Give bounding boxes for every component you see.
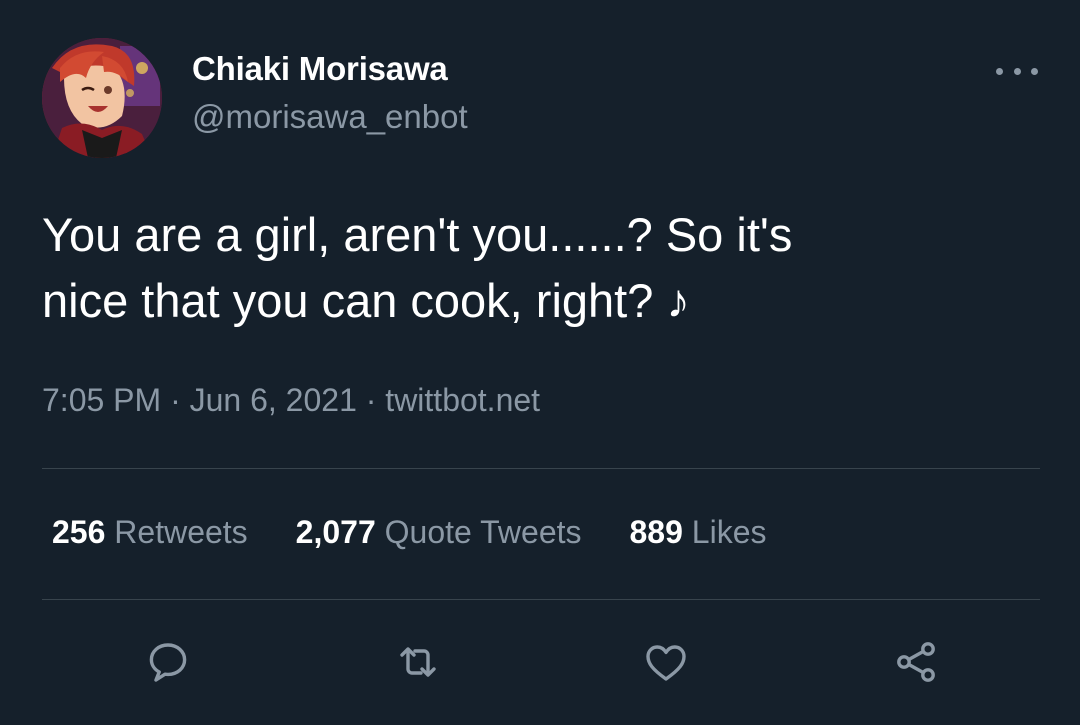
retweets-stat[interactable]: 256 Retweets [52,514,248,551]
retweet-icon [400,647,436,677]
meta-separator: · [170,382,181,418]
tweet-text: You are a girl, aren't you......? So it'… [42,208,793,327]
likes-stat[interactable]: 889 Likes [630,514,767,551]
meta-separator: · [365,382,377,418]
tweet-actions [0,634,1080,690]
divider [42,599,1040,600]
like-button[interactable] [638,634,694,690]
avatar[interactable] [42,38,162,158]
tweet-date[interactable]: Jun 6, 2021 [190,382,357,418]
likes-count: 889 [629,514,683,550]
avatar-image [42,38,162,158]
retweets-count: 256 [52,514,106,550]
tweet-meta: 7:05 PM · Jun 6, 2021 · twittbot.net [42,382,540,419]
more-dot [1013,67,1021,75]
user-handle[interactable]: @morisawa_enbot [192,98,468,136]
quote-tweets-label: Quote Tweets [384,514,582,550]
reply-button[interactable] [140,634,196,690]
more-dot [1031,67,1038,75]
tweet-time[interactable]: 7:05 PM [42,382,161,418]
tweet-source[interactable]: twittbot.net [385,382,540,418]
tweet-card: Chiaki Morisawa @morisawa_enbot You are … [0,0,1080,725]
divider [42,468,1040,469]
quote-tweets-stat[interactable]: 2,077 Quote Tweets [296,514,582,551]
retweet-button[interactable] [390,634,446,690]
display-name[interactable]: Chiaki Morisawa [192,50,448,88]
retweets-label: Retweets [114,514,248,550]
quote-tweets-count: 2,077 [295,514,376,550]
share-button[interactable] [888,634,944,690]
tweet-stats: 256 Retweets 2,077 Quote Tweets 889 Like… [52,514,766,551]
more-options-button[interactable] [996,58,1038,84]
more-dot [996,67,1003,75]
share-icon [897,642,935,682]
reply-icon [149,643,187,682]
heart-icon [646,645,686,681]
likes-label: Likes [691,514,767,550]
